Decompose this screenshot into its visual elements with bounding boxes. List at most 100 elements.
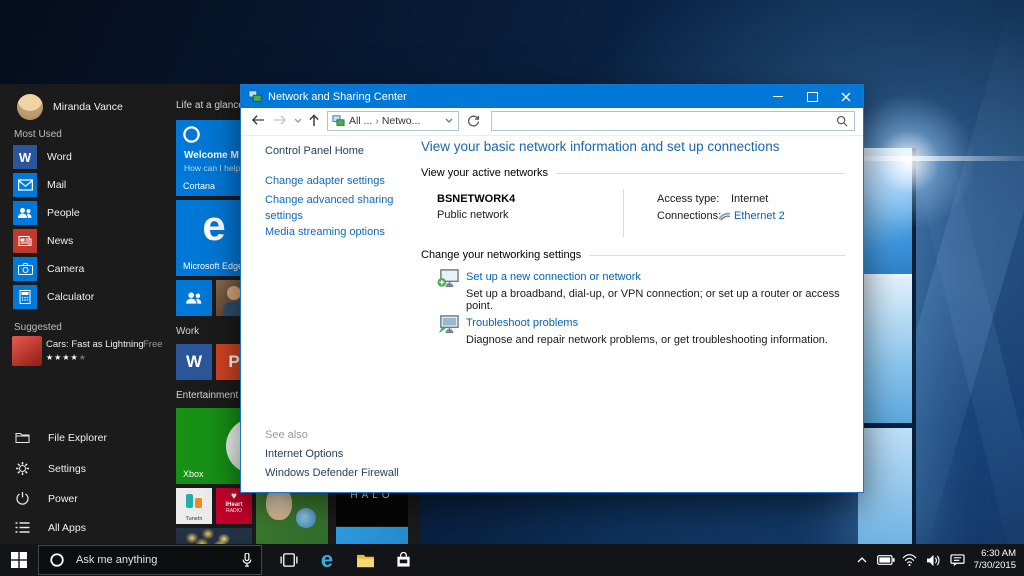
forward-icon[interactable] [273, 114, 287, 126]
app-camera[interactable]: Camera [13, 257, 84, 281]
rating-stars: ★★★★★ [46, 353, 87, 362]
most-used-header: Most Used [14, 129, 62, 140]
nav-windows-defender-firewall[interactable]: Windows Defender Firewall [265, 467, 399, 479]
setup-connection-desc: Set up a broadband, dial-up, or VPN conn… [466, 288, 863, 312]
word-icon: W [13, 145, 37, 169]
ethernet-icon [718, 212, 731, 221]
nav-media-streaming-options[interactable]: Media streaming options [265, 226, 385, 238]
tile-people-small[interactable] [176, 280, 212, 316]
search-placeholder: Ask me anything [76, 554, 242, 566]
people-icon [13, 201, 37, 225]
cars-app-icon [12, 336, 42, 366]
user-account[interactable]: Miranda Vance [17, 94, 123, 120]
window-toolbar: All ... › Netwo... [241, 108, 863, 136]
nav-change-advanced-sharing[interactable]: Change advanced sharing settings [265, 193, 417, 225]
camera-icon [13, 257, 37, 281]
microphone-icon[interactable] [242, 553, 252, 568]
tile-music[interactable] [336, 527, 408, 544]
tray-volume[interactable] [922, 544, 946, 576]
system-tray: 6:30 AM 7/30/2015 [850, 544, 1024, 576]
app-calculator[interactable]: Calculator [13, 285, 94, 309]
nav-control-panel-home[interactable]: Control Panel Home [265, 145, 364, 157]
powerpoint-icon: P [228, 352, 239, 372]
sidebar-item-settings[interactable]: Settings [15, 461, 86, 476]
app-people[interactable]: People [13, 201, 80, 225]
back-icon[interactable] [251, 114, 265, 126]
setup-connection-link[interactable]: Set up a new connection or network [466, 271, 641, 283]
cortana-icon [182, 125, 201, 144]
network-divider [623, 189, 624, 237]
networking-settings-section: Change your networking settings [421, 249, 845, 261]
minimize-button[interactable] [761, 85, 795, 108]
close-button[interactable] [829, 85, 863, 108]
app-news[interactable]: News [13, 229, 73, 253]
photo-face [227, 286, 241, 300]
folder-icon [356, 553, 375, 568]
task-view-button[interactable] [270, 544, 308, 576]
action-center-icon [950, 554, 965, 567]
breadcrumb-current[interactable]: Netwo... [382, 115, 421, 127]
clock-date: 7/30/2015 [974, 560, 1016, 572]
tile-tunein[interactable]: TuneIn [176, 488, 212, 524]
tray-chevron-button[interactable] [850, 544, 874, 576]
taskbar-store-button[interactable] [384, 544, 422, 576]
address-dropdown-chevron-icon[interactable] [445, 118, 453, 124]
refresh-icon[interactable] [467, 115, 480, 128]
taskbar-clock[interactable]: 6:30 AM 7/30/2015 [970, 548, 1024, 572]
app-word[interactable]: W Word [13, 145, 72, 169]
tile-word[interactable]: W [176, 344, 212, 380]
connections-ethernet-link[interactable]: Ethernet 2 [734, 210, 785, 222]
calculator-icon [13, 285, 37, 309]
page-title: View your basic network information and … [421, 139, 779, 154]
tray-wifi[interactable] [898, 544, 922, 576]
mail-icon [13, 173, 37, 197]
tunein-logo [186, 494, 193, 508]
cortana-search-box[interactable]: Ask me anything [38, 545, 262, 575]
gear-icon [15, 461, 30, 476]
tile-section-work: Work [176, 326, 199, 337]
cortana-tile-label: Cortana [183, 181, 215, 191]
sidebar-item-all-apps[interactable]: All Apps [15, 521, 86, 534]
news-icon [13, 229, 37, 253]
troubleshoot-icon [437, 314, 460, 335]
maximize-button[interactable] [795, 85, 829, 108]
speaker-icon [926, 554, 941, 567]
address-bar[interactable]: All ... › Netwo... [327, 111, 459, 131]
window-title: Network and Sharing Center [268, 91, 407, 103]
troubleshoot-desc: Diagnose and repair network problems, or… [466, 334, 828, 346]
access-type-label: Access type: [657, 193, 719, 205]
action-center-button[interactable] [946, 544, 970, 576]
suggested-header: Suggested [14, 322, 62, 333]
active-networks-label: View your active networks [421, 167, 548, 179]
all-apps-icon [15, 521, 30, 534]
avatar [17, 94, 43, 120]
store-bag-icon [396, 552, 411, 568]
network-type: Public network [437, 209, 509, 221]
window-titlebar[interactable]: Network and Sharing Center [241, 85, 863, 108]
sidebar-item-file-explorer[interactable]: File Explorer [15, 431, 107, 444]
app-mail[interactable]: Mail [13, 173, 66, 197]
breadcrumb-root[interactable]: All ... [349, 115, 372, 127]
network-name: BSNETWORK4 [437, 193, 515, 205]
nav-change-adapter-settings[interactable]: Change adapter settings [265, 175, 385, 187]
tile-movies-popcorn[interactable] [176, 528, 252, 544]
networking-settings-label: Change your networking settings [421, 249, 581, 261]
search-control-panel-input[interactable] [491, 111, 855, 131]
recent-pages-chevron-icon[interactable] [294, 118, 302, 124]
up-icon[interactable] [308, 114, 320, 127]
tile-iheartradio[interactable]: ♥ iHeart RADIO [216, 488, 252, 524]
tray-battery[interactable] [874, 544, 898, 576]
nav-internet-options[interactable]: Internet Options [265, 448, 343, 460]
suggested-app-price: Free [143, 339, 163, 350]
clock-time: 6:30 AM [974, 548, 1016, 560]
xbox-tile-label: Xbox [183, 469, 204, 479]
sidebar-item-power[interactable]: Power [15, 491, 78, 506]
taskbar-edge-button[interactable]: e [308, 544, 346, 576]
taskbar-file-explorer-button[interactable] [346, 544, 384, 576]
troubleshoot-link[interactable]: Troubleshoot problems [466, 317, 578, 329]
folder-icon [15, 431, 30, 444]
start-button[interactable] [0, 544, 38, 576]
battery-icon [877, 555, 895, 565]
search-icon [836, 115, 848, 127]
user-name: Miranda Vance [53, 101, 123, 113]
